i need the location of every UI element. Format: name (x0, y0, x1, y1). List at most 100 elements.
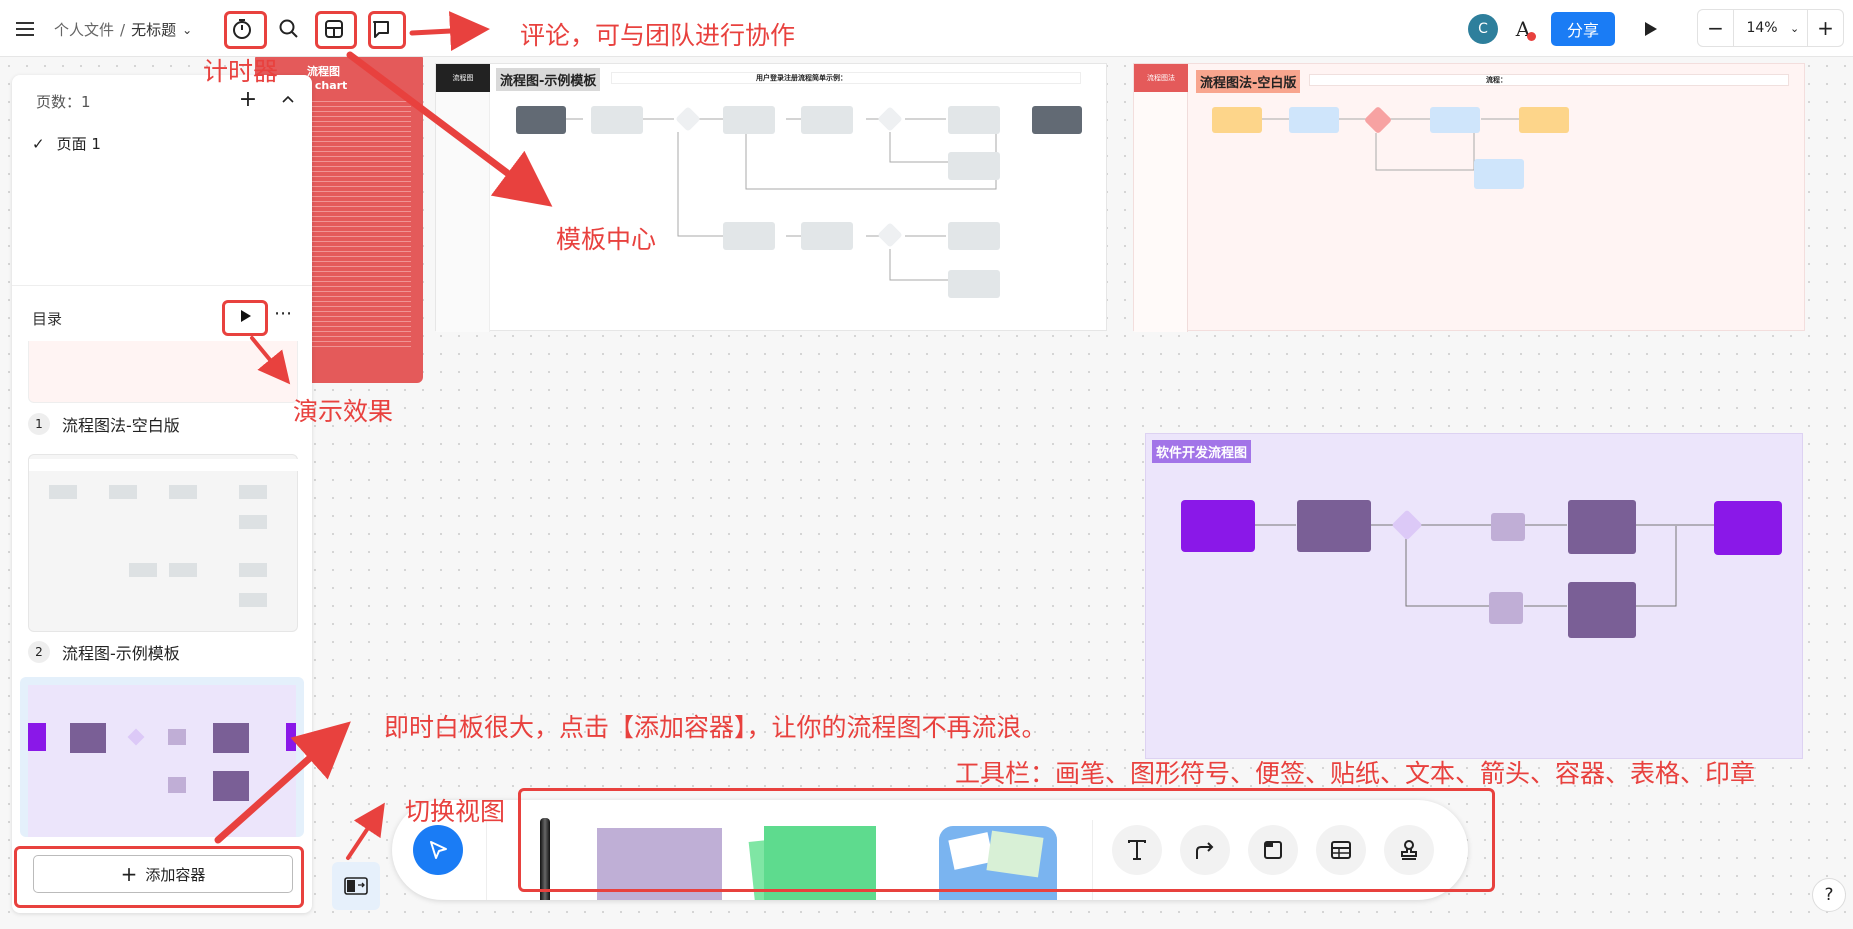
blank-node-2[interactable] (1289, 107, 1339, 133)
software-node-end[interactable] (1714, 501, 1782, 555)
frame-software-dev[interactable]: 软件开发流程图 (1145, 433, 1803, 759)
zoom-in-button[interactable]: + (1807, 10, 1843, 46)
annotation-template-center: 模板中心 (556, 225, 657, 254)
page-item[interactable]: ✓ 页面 1 (32, 133, 101, 154)
blank-node-4[interactable] (1430, 107, 1480, 133)
flow-node-7[interactable] (948, 106, 1000, 134)
page-item-label: 页面 1 (56, 135, 101, 153)
toc-thumbnail-1[interactable] (28, 341, 298, 403)
flow-node-14[interactable] (948, 270, 1000, 298)
thumb-node (127, 728, 145, 746)
thumb-bg (28, 685, 296, 837)
toc-thumbnail-3[interactable] (20, 677, 304, 837)
thumb-node (169, 563, 197, 577)
chevron-down-icon[interactable]: ⌄ (182, 23, 192, 37)
highlight-template-center (315, 11, 357, 49)
blank-node-start[interactable] (1212, 107, 1262, 133)
thumb-node (239, 515, 267, 529)
highlight-toolbar (518, 788, 1495, 892)
annotation-add-container-tip: 即时白板很大，点击【添加容器】，让你的流程图不再流浪。 (384, 713, 1047, 742)
help-button[interactable]: ? (1812, 878, 1846, 912)
software-flow-connectors (1254, 524, 1714, 607)
example-flow-connectors (552, 118, 997, 281)
software-node-2[interactable] (1297, 500, 1371, 552)
flow-node-2[interactable] (591, 106, 643, 134)
toc-item-1[interactable]: 1 流程图法-空白版 (28, 412, 180, 436)
thumb-node (239, 563, 267, 577)
breadcrumb-separator: / (120, 20, 126, 39)
panel-divider (12, 285, 312, 286)
annotation-toolbar-tip: 工具栏：画笔、图形符号、便签、贴纸、文本、箭头、容器、表格、印章 (955, 759, 1756, 788)
annotation-switch-view: 切换视图 (405, 797, 506, 826)
flow-node-13[interactable] (948, 222, 1000, 250)
thumb-node (213, 723, 249, 753)
breadcrumb-root[interactable]: 个人文件 (54, 19, 114, 40)
software-node-start[interactable] (1181, 500, 1255, 552)
zoom-chevron-icon[interactable]: ⌄ (1790, 22, 1799, 35)
annotation-timer: 计时器 (203, 57, 279, 86)
thumb-node (49, 485, 77, 499)
flow-node-end[interactable] (1032, 106, 1082, 134)
collapse-chevron-icon[interactable] (276, 87, 300, 111)
flow-node-4[interactable] (723, 106, 775, 134)
blank-node-6[interactable] (1474, 159, 1524, 189)
toc-title: 目录 (32, 310, 63, 328)
select-tool-button[interactable] (413, 825, 463, 875)
check-icon: ✓ (32, 134, 45, 153)
doc-title[interactable]: 无标题 (131, 19, 176, 40)
add-page-icon[interactable]: + (236, 87, 260, 112)
software-node-5[interactable] (1568, 500, 1636, 554)
frame-blank-template[interactable]: 流程图法 流程图法-空白版 流程： (1133, 63, 1805, 332)
page-count: 页数：1 (36, 93, 91, 111)
thumb-node (239, 485, 267, 499)
share-button[interactable]: 分享 (1551, 12, 1615, 46)
thumb-node (168, 777, 186, 793)
flow-node-10[interactable] (723, 222, 775, 250)
flow-node-start[interactable] (516, 106, 566, 134)
zoom-control: − 14% ⌄ + (1697, 9, 1844, 47)
flow-node-11[interactable] (801, 222, 853, 250)
zoom-out-button[interactable]: − (1698, 10, 1734, 46)
present-play-icon[interactable] (1636, 14, 1666, 44)
thumb-header (29, 459, 299, 471)
annotation-demo-effect: 演示效果 (293, 397, 394, 426)
search-icon[interactable] (274, 14, 304, 44)
top-bar: 个人文件 / 无标题 ⌄ C A 分享 − 14% ⌄ + (0, 0, 1853, 57)
thumb-node (286, 723, 296, 751)
red-card-text-lines (307, 97, 411, 347)
highlight-timer (224, 11, 267, 49)
menu-icon[interactable] (12, 18, 38, 40)
toc-item-label: 流程图-示例模板 (62, 644, 180, 663)
left-panel: 页数：1 + ✓ 页面 1 目录 ⋯ 1 流程图法-空白版 2 流程图-示例模板 (12, 75, 312, 913)
thumb-node (28, 723, 46, 751)
thumb-node (213, 771, 249, 801)
font-style-icon[interactable]: A (1508, 14, 1538, 44)
breadcrumb: 个人文件 / 无标题 ⌄ (54, 19, 192, 40)
toc-item-index: 1 (28, 413, 50, 435)
red-card-subtitle: / chart (307, 79, 348, 92)
highlight-comment (368, 11, 406, 49)
software-node-4[interactable] (1491, 513, 1525, 541)
blank-flow-connectors (1249, 118, 1519, 171)
toc-item-index: 2 (28, 641, 50, 663)
more-icon[interactable]: ⋯ (274, 303, 293, 324)
thumb-node (168, 729, 186, 745)
toc-item-label: 流程图法-空白版 (62, 416, 180, 435)
annotation-comment: 评论，可与团队进行协作 (520, 21, 796, 50)
avatar[interactable]: C (1468, 14, 1498, 44)
software-node-7[interactable] (1489, 592, 1523, 624)
frame-example-template[interactable]: 流程图 流程图-示例模板 用户登录注册流程简单示例： (435, 63, 1107, 332)
flow-node-5[interactable] (801, 106, 853, 134)
thumb-node (70, 723, 106, 753)
thumb-node (109, 485, 137, 499)
thumb-node (239, 593, 267, 607)
blank-node-end[interactable] (1519, 107, 1569, 133)
toc-thumbnail-2[interactable] (28, 454, 299, 632)
switch-view-button[interactable] (332, 862, 380, 910)
toolbar-divider (486, 820, 487, 900)
zoom-level[interactable]: 14% (1734, 20, 1790, 36)
software-node-8[interactable] (1568, 582, 1636, 638)
toc-item-2[interactable]: 2 流程图-示例模板 (28, 640, 180, 664)
red-card-title: 流程图 (307, 65, 340, 78)
flow-node-9[interactable] (948, 152, 1000, 180)
